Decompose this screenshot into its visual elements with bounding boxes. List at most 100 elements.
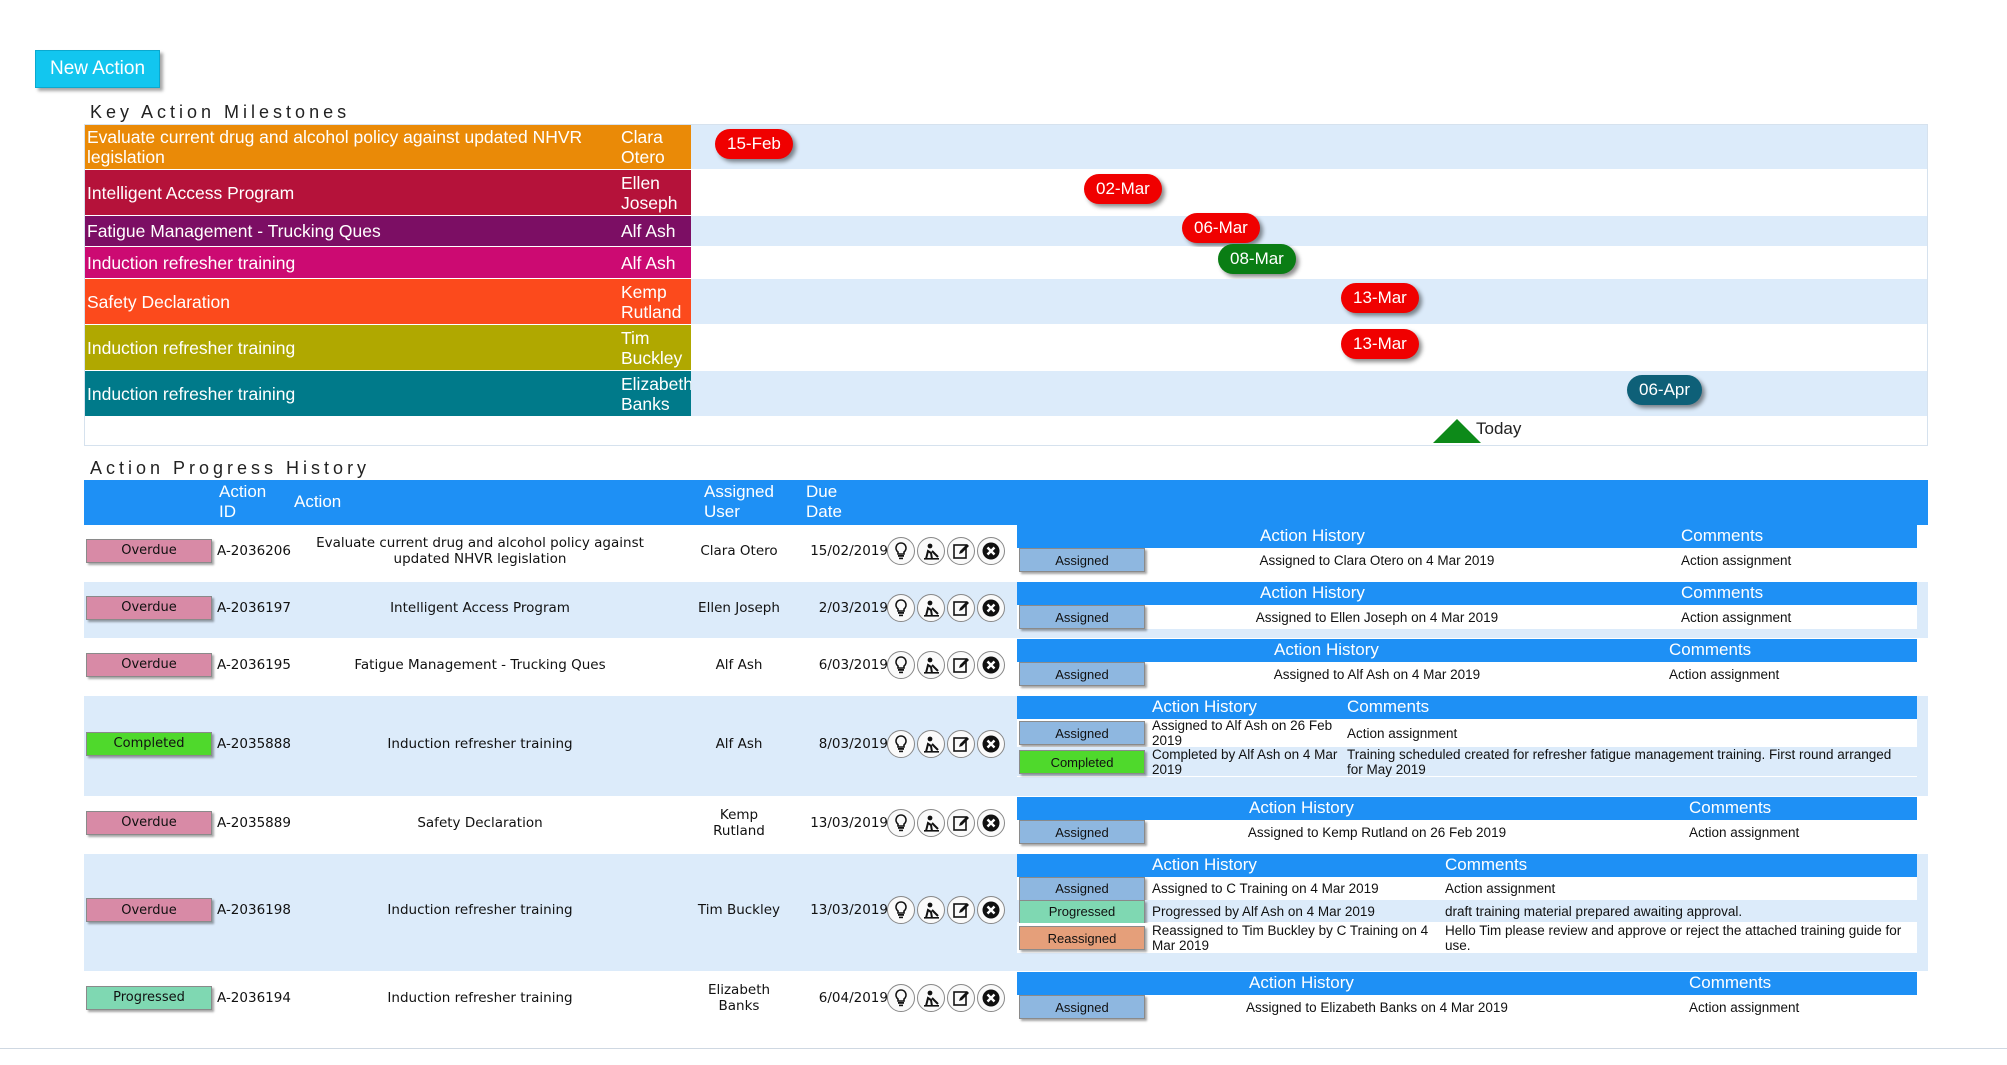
header-due-date: Due Date [806, 482, 842, 521]
milestone-label: Induction refresher training Alf Ash [85, 247, 691, 279]
edit-button[interactable] [947, 593, 975, 622]
milestone-row: Intelligent Access Program Ellen Joseph 02… [85, 170, 1927, 216]
edit-button[interactable] [947, 896, 975, 924]
action-history-heading: Action History [1274, 640, 1379, 659]
lightbulb-button[interactable] [887, 896, 915, 924]
status-button[interactable]: Overdue [86, 595, 212, 620]
milestone-track: 06-Apr [691, 371, 1927, 417]
milestone-due-badge[interactable]: 13-Mar [1341, 283, 1419, 313]
worker-icon [921, 813, 941, 833]
history-status-button[interactable]: Completed [1019, 750, 1145, 774]
action-history-row: Assigned Assigned to Alf Ash on 4 Mar 201… [1017, 662, 1917, 686]
assigned-user: Clara Otero [700, 542, 778, 559]
history-comment: Action assignment [1681, 609, 1792, 625]
lightbulb-icon [891, 988, 911, 1008]
delete-button[interactable] [977, 808, 1005, 837]
status-button[interactable]: Progressed [86, 985, 212, 1010]
milestone-track: 15-Feb [691, 125, 1927, 170]
table-row: Overdue A-2036195 Fatigue Management - Tru… [84, 639, 1928, 696]
history-comment: Action assignment [1689, 999, 1800, 1015]
lightbulb-button[interactable] [887, 536, 915, 565]
table-row: Overdue A-2036206 Evaluate current drug an… [84, 525, 1928, 582]
status-button[interactable]: Completed [86, 731, 212, 756]
action-name: Induction refresher training [387, 902, 573, 918]
lightbulb-button[interactable] [887, 593, 915, 622]
new-action-button[interactable]: New Action [35, 50, 160, 88]
milestone-due-badge[interactable]: 08-Mar [1218, 244, 1296, 274]
lightbulb-button[interactable] [887, 983, 915, 1012]
history-comment: Action assignment [1347, 725, 1458, 741]
action-history-panel: Action History Comments Assigned Assigned t… [1017, 972, 1917, 1029]
today-label: Today [1476, 419, 1522, 438]
assigned-user: Kemp Rutland [713, 806, 765, 839]
milestone-due-badge[interactable]: 13-Mar [1341, 329, 1419, 359]
worker-button[interactable] [917, 808, 945, 837]
history-text: Assigned to Kemp Rutland on 26 Feb 2019 [1247, 824, 1507, 840]
history-status-button[interactable]: Assigned [1019, 605, 1145, 629]
history-status-button[interactable]: Assigned [1019, 820, 1145, 844]
history-text: Reassigned to Tim Buckley by C Training … [1152, 923, 1429, 953]
history-status-button[interactable]: Assigned [1019, 876, 1145, 901]
history-status-button[interactable]: Assigned [1019, 662, 1145, 686]
action-history-panel: Action History Comments Assigned Assigned t… [1017, 525, 1917, 582]
worker-icon [921, 988, 941, 1008]
delete-button[interactable] [977, 983, 1005, 1012]
worker-button[interactable] [917, 593, 945, 622]
delete-button[interactable] [977, 650, 1005, 679]
history-text: Assigned to Alf Ash on 4 Mar 2019 [1273, 666, 1481, 682]
today-marker: Today [85, 417, 1927, 445]
delete-button[interactable] [977, 896, 1005, 924]
milestone-due-badge[interactable]: 06-Apr [1627, 375, 1703, 405]
milestone-due-badge[interactable]: 02-Mar [1084, 174, 1162, 204]
status-button[interactable]: Overdue [86, 538, 212, 563]
milestone-track: 13-Mar [691, 279, 1927, 325]
lightbulb-button[interactable] [887, 808, 915, 837]
action-history-header: Action History Comments [1017, 639, 1917, 662]
delete-icon [981, 813, 1001, 833]
status-button[interactable]: Overdue [86, 898, 212, 922]
delete-button[interactable] [977, 536, 1005, 565]
status-button[interactable]: Overdue [86, 810, 212, 835]
edit-button[interactable] [947, 808, 975, 837]
milestone-action: Fatigue Management - Trucking Ques [87, 221, 381, 241]
comments-heading: Comments [1445, 855, 1528, 874]
worker-icon [921, 734, 941, 754]
status-button[interactable]: Overdue [86, 652, 212, 677]
action-history-panel: Action History Comments Assigned Assigned t… [1017, 582, 1917, 639]
worker-button[interactable] [917, 650, 945, 679]
lightbulb-button[interactable] [887, 729, 915, 758]
due-date: 15/02/2019 [810, 542, 888, 559]
edit-button[interactable] [947, 536, 975, 565]
history-status-button[interactable]: Assigned [1019, 548, 1145, 572]
worker-icon [921, 598, 941, 618]
comments-heading: Comments [1689, 798, 1772, 817]
history-status-button[interactable]: Reassigned [1019, 926, 1145, 950]
history-status-button[interactable]: Assigned [1019, 721, 1145, 745]
delete-button[interactable] [977, 729, 1005, 758]
milestone-user: Alf Ash [621, 221, 676, 241]
divider [0, 1048, 2007, 1049]
history-status-button[interactable]: Progressed [1019, 899, 1145, 924]
history-status-button[interactable]: Assigned [1019, 995, 1145, 1019]
due-date: 2/03/2019 [818, 599, 888, 616]
edit-button[interactable] [947, 650, 975, 679]
assigned-user: Alf Ash [715, 656, 763, 673]
delete-icon [981, 988, 1001, 1008]
action-history-row: Assigned Assigned to Alf Ash on 26 Feb 20… [1017, 718, 1917, 748]
milestone-due-badge[interactable]: 06-Mar [1182, 212, 1260, 243]
milestone-due-badge[interactable]: 15-Feb [715, 128, 793, 159]
today-triangle-icon [1433, 419, 1481, 443]
edit-button[interactable] [947, 729, 975, 758]
worker-button[interactable] [917, 983, 945, 1012]
lightbulb-icon [891, 813, 911, 833]
edit-button[interactable] [947, 983, 975, 1012]
milestone-action: Intelligent Access Program [87, 182, 295, 203]
worker-button[interactable] [917, 729, 945, 758]
lightbulb-button[interactable] [887, 650, 915, 679]
action-name: Safety Declaration [417, 814, 543, 831]
worker-button[interactable] [917, 536, 945, 565]
milestone-action: Induction refresher training [87, 337, 296, 358]
delete-button[interactable] [977, 593, 1005, 622]
worker-button[interactable] [917, 896, 945, 924]
action-history-panel: Action History Comments Assigned Assigned t… [1017, 696, 1917, 797]
